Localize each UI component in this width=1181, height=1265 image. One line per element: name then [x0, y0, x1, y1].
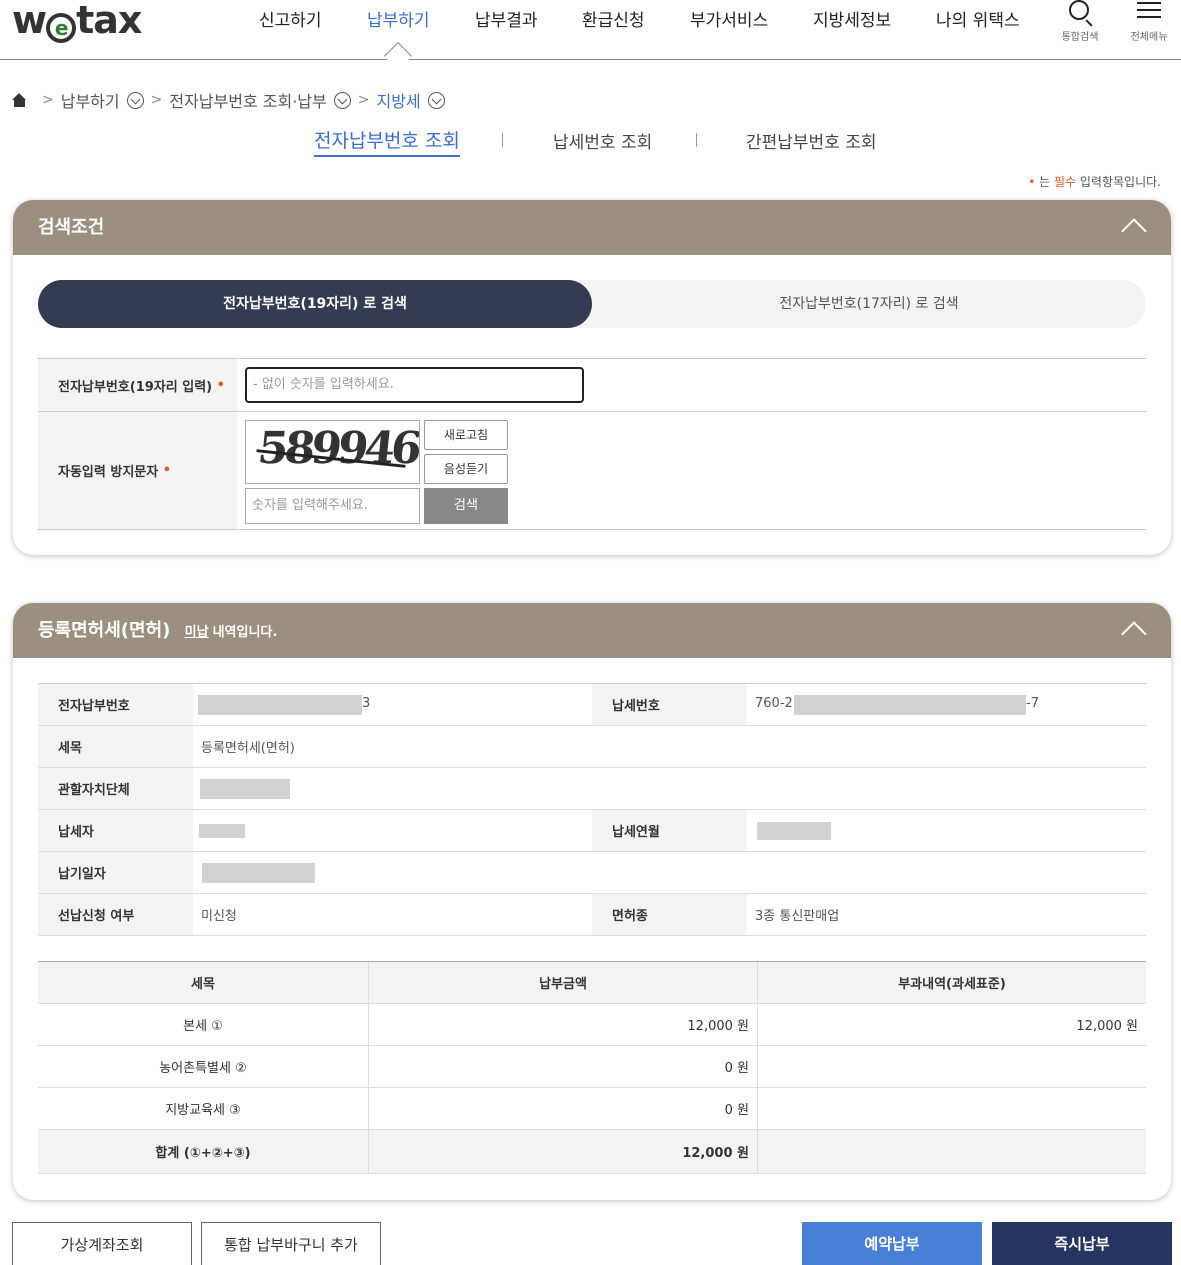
search-mode-toggle: 전자납부번호(19자리) 로 검색 전자납부번호(17자리) 로 검색 — [38, 280, 1146, 328]
nav-payment[interactable]: 납부하기 — [367, 6, 430, 31]
info-row: 세목 등록면허세(면허) — [38, 726, 1146, 768]
table-row-total: 합계 (①+②+③) 12,000 원 — [38, 1130, 1146, 1174]
tab-divider — [502, 133, 503, 147]
add-to-basket-button[interactable]: 통합 납부바구니 추가 — [201, 1222, 381, 1265]
tab-epay-number-lookup[interactable]: 전자납부번호 조회 — [314, 126, 460, 157]
amount-table: 세목 납부금액 부과내역(과세표준) 본세 ① 12,000 원 12,000 … — [38, 961, 1146, 1174]
virtual-account-button[interactable]: 가상계좌조회 — [12, 1222, 192, 1265]
nav-report[interactable]: 신고하기 — [259, 6, 322, 31]
chevron-right-icon: > — [357, 92, 370, 108]
search-panel-header[interactable]: 검색조건 — [13, 200, 1171, 255]
tax-number-value: 760-2 -7 — [747, 684, 1146, 725]
captcha-input[interactable]: 숫자를 입력해주세요. — [245, 488, 420, 524]
captcha-label: 자동입력 방지문자 • — [38, 412, 237, 529]
tax-detail-panel: 등록면허세(면허) 미납 내역입니다. 전자납부번호 3 납세번호 760-2 -… — [13, 603, 1171, 1200]
captcha-refresh-button[interactable]: 새로고침 — [424, 420, 508, 450]
wetax-logo[interactable]: w e tax — [12, 0, 142, 43]
form-row-captcha: 자동입력 방지문자 • 589946 새로고침 음성듣기 숫자를 입력해주세요.… — [38, 412, 1146, 530]
breadcrumb-item-payment[interactable]: 납부하기 — [61, 88, 120, 112]
site-header: w e tax 신고하기 납부하기 납부결과 환급신청 부가서비스 지방세정보 나의… — [0, 0, 1181, 71]
captcha-image: 589946 — [245, 420, 420, 484]
breadcrumb-item-epay-lookup[interactable]: 전자납부번호 조회·납부 — [169, 88, 326, 112]
masked-value — [757, 822, 831, 840]
epay-number-value: 3 — [193, 684, 592, 725]
unpaid-status: 미납 — [184, 625, 209, 640]
chevron-right-icon: > — [150, 92, 163, 108]
nav-my-wetax[interactable]: 나의 위택스 — [936, 6, 1020, 31]
masked-value — [198, 695, 362, 715]
home-icon[interactable] — [12, 93, 27, 107]
breadcrumb: > 납부하기 > 전자납부번호 조회·납부 > 지방세 — [12, 88, 445, 112]
info-row: 관할자치단체 — [38, 768, 1146, 810]
masked-value — [199, 824, 245, 838]
chevron-down-icon[interactable] — [126, 91, 144, 109]
breadcrumb-item-local-tax[interactable]: 지방세 — [376, 88, 420, 112]
search-panel-title: 검색조건 — [38, 217, 105, 238]
authority-value — [193, 768, 1146, 809]
search-icon — [1069, 0, 1089, 20]
nav-local-tax-info[interactable]: 지방세정보 — [813, 6, 891, 31]
epay-number-label: 전자납부번호(19자리 입력) • — [38, 359, 237, 411]
form-row-epay-number: 전자납부번호(19자리 입력) • - 없이 숫자를 입력하세요. — [38, 359, 1146, 412]
tax-item-value: 등록면허세(면허) — [201, 741, 295, 756]
search-condition-panel: 검색조건 전자납부번호(19자리) 로 검색 전자납부번호(17자리) 로 검색… — [13, 200, 1171, 555]
hamburger-icon — [1137, 2, 1161, 18]
toggle-19-digit[interactable]: 전자납부번호(19자리) 로 검색 — [38, 280, 592, 328]
chevron-down-icon[interactable] — [333, 91, 351, 109]
tab-simple-pay-number-lookup[interactable]: 간편납부번호 조회 — [746, 128, 877, 153]
epay-number-input[interactable]: - 없이 숫자를 입력하세요. — [245, 367, 584, 403]
taxpayer-value — [193, 810, 592, 851]
masked-value — [794, 695, 1026, 715]
amount-table-header: 세목 납부금액 부과내역(과세표준) — [38, 962, 1146, 1004]
search-label: 통합검색 — [1061, 32, 1099, 43]
chevron-down-icon[interactable] — [427, 91, 445, 109]
active-nav-indicator — [383, 41, 413, 71]
tab-divider — [696, 133, 697, 147]
scheduled-pay-button[interactable]: 예약납부 — [802, 1222, 982, 1265]
chevron-up-icon[interactable] — [1121, 218, 1147, 244]
instant-pay-button[interactable]: 즉시납부 — [992, 1222, 1172, 1265]
info-row: 선납신청 여부 미신청 면허종 3종 통신판매업 — [38, 894, 1146, 936]
table-row: 본세 ① 12,000 원 12,000 원 — [38, 1004, 1146, 1046]
search-form: 전자납부번호(19자리 입력) • - 없이 숫자를 입력하세요. 자동입력 방… — [38, 358, 1146, 530]
masked-value — [202, 863, 315, 883]
prepay-value: 미신청 — [201, 909, 237, 924]
nav-payment-result[interactable]: 납부결과 — [475, 6, 538, 31]
required-note: • 는 필수 입력항목입니다. — [1028, 175, 1161, 189]
info-row: 납기일자 — [38, 852, 1146, 894]
due-date-value — [193, 852, 1146, 893]
captcha-audio-button[interactable]: 음성듣기 — [424, 454, 508, 484]
search-button[interactable]: 검색 — [424, 488, 508, 524]
chevron-right-icon: > — [42, 92, 54, 108]
chevron-up-icon[interactable] — [1121, 621, 1147, 647]
table-row: 지방교육세 ③ 0 원 — [38, 1088, 1146, 1130]
table-row: 농어촌특별세 ② 0 원 — [38, 1046, 1146, 1088]
detail-panel-header[interactable]: 등록면허세(면허) 미납 내역입니다. — [13, 603, 1171, 658]
tax-month-value — [747, 810, 1146, 851]
license-value: 3종 통신판매업 — [755, 909, 840, 924]
info-row: 전자납부번호 3 납세번호 760-2 -7 — [38, 684, 1146, 726]
all-menu-button[interactable]: 전체메뉴 — [1124, 0, 1174, 43]
nav-extra-services[interactable]: 부가서비스 — [690, 6, 768, 31]
detail-panel-title: 등록면허세(면허) — [38, 620, 171, 641]
nav-refund[interactable]: 환급신청 — [582, 6, 645, 31]
menu-label: 전체메뉴 — [1130, 32, 1168, 43]
tab-tax-number-lookup[interactable]: 납세번호 조회 — [553, 128, 652, 153]
toggle-17-digit[interactable]: 전자납부번호(17자리) 로 검색 — [592, 280, 1146, 328]
integrated-search-button[interactable]: 통합검색 — [1055, 0, 1105, 43]
info-row: 납세자 납세연월 — [38, 810, 1146, 852]
tax-info-table: 전자납부번호 3 납세번호 760-2 -7 세목 등록면허세(면허) 관할자치… — [38, 683, 1146, 936]
masked-value — [200, 779, 290, 799]
